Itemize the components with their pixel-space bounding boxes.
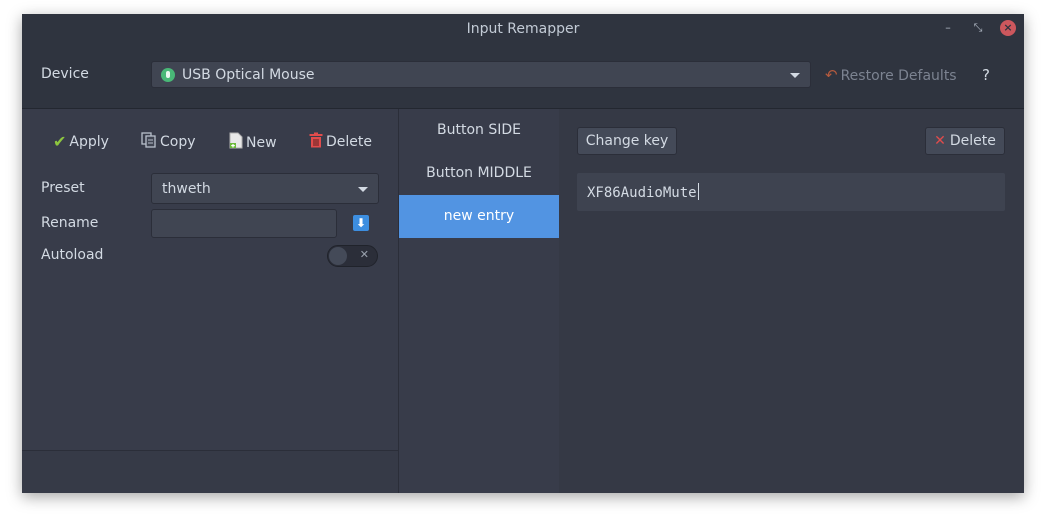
chevron-down-icon xyxy=(790,73,800,78)
rename-input[interactable] xyxy=(151,209,337,238)
change-key-button[interactable]: Change key xyxy=(577,127,677,155)
delete-mapping-label: Delete xyxy=(949,133,996,149)
new-file-icon xyxy=(229,132,243,153)
output-text: XF86AudioMute xyxy=(587,185,697,201)
copy-icon xyxy=(141,132,157,152)
chevron-down-icon xyxy=(358,187,368,192)
restore-defaults-button[interactable]: ↶ Restore Defaults xyxy=(825,66,957,84)
checkmark-icon: ✔ xyxy=(53,132,67,151)
new-label: New xyxy=(246,134,277,151)
help-button[interactable]: ? xyxy=(982,66,990,84)
title-bar: Input Remapper – ⤡ × xyxy=(22,14,1024,44)
delete-preset-label: Delete xyxy=(326,134,372,150)
list-item[interactable]: Button SIDE xyxy=(399,109,559,152)
device-label: Device xyxy=(41,66,89,82)
mouse-device-icon xyxy=(161,68,175,82)
new-button[interactable]: New xyxy=(229,132,277,153)
close-icon: ✕ xyxy=(934,133,946,149)
app-window: Input Remapper – ⤡ × Device USB Optical … xyxy=(22,14,1024,493)
delete-mapping-button[interactable]: ✕ Delete xyxy=(925,127,1005,155)
preset-panel-footer xyxy=(22,450,398,493)
autoload-label: Autoload xyxy=(41,247,104,263)
save-rename-button[interactable]: ⬇ xyxy=(353,215,369,231)
trash-icon xyxy=(309,132,323,152)
apply-button[interactable]: ✔ Apply xyxy=(53,132,109,151)
mapping-editor xyxy=(559,109,1024,493)
toggle-off-icon: ✕ xyxy=(359,248,369,261)
maximize-button[interactable]: ⤡ xyxy=(970,20,986,36)
preset-panel xyxy=(22,109,398,493)
preset-label: Preset xyxy=(41,180,85,196)
key-list: Button SIDE Button MIDDLE new entry xyxy=(398,109,560,493)
autoload-toggle[interactable]: ✕ xyxy=(327,245,378,267)
device-select-value: USB Optical Mouse xyxy=(182,67,315,83)
output-editor[interactable]: XF86AudioMute xyxy=(577,173,1005,211)
window-title: Input Remapper xyxy=(466,21,580,37)
device-select[interactable]: USB Optical Mouse xyxy=(151,61,811,88)
restore-defaults-label: Restore Defaults xyxy=(840,68,957,84)
preset-select-value: thweth xyxy=(162,181,211,197)
apply-label: Apply xyxy=(69,133,109,150)
text-cursor xyxy=(697,183,699,200)
delete-preset-button[interactable]: Delete xyxy=(309,132,372,152)
toggle-knob xyxy=(329,247,347,265)
undo-icon: ↶ xyxy=(825,66,838,84)
close-button[interactable]: × xyxy=(1000,20,1016,36)
minimize-button[interactable]: – xyxy=(940,20,956,36)
list-item[interactable]: new entry xyxy=(399,195,559,238)
preset-select[interactable]: thweth xyxy=(151,173,379,204)
copy-label: Copy xyxy=(160,134,196,150)
rename-label: Rename xyxy=(41,215,99,231)
download-arrow-icon: ⬇ xyxy=(355,216,367,230)
list-item[interactable]: Button MIDDLE xyxy=(399,152,559,195)
copy-button[interactable]: Copy xyxy=(141,132,196,152)
